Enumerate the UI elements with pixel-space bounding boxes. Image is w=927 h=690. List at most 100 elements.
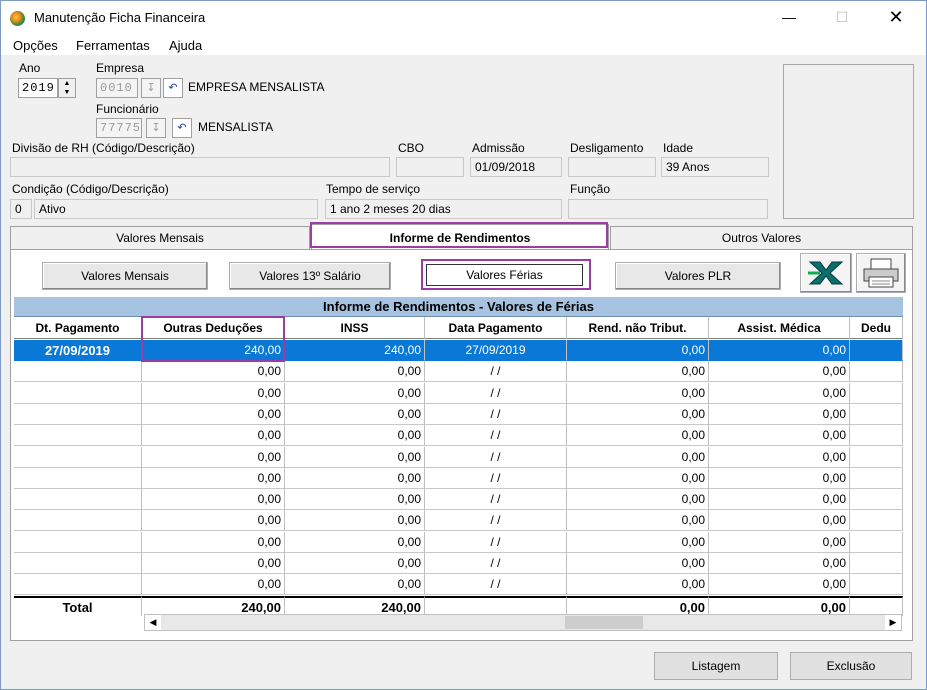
maximize-icon[interactable]: ☐: [819, 2, 865, 32]
table-cell[interactable]: 0,00: [709, 425, 850, 447]
table-cell[interactable]: 0,00: [285, 425, 425, 447]
table-cell[interactable]: 0,00: [709, 574, 850, 596]
column-header[interactable]: Assist. Médica: [709, 317, 850, 339]
table-cell[interactable]: 0,00: [142, 553, 285, 574]
table-cell[interactable]: [14, 553, 142, 574]
table-cell[interactable]: 27/09/2019: [14, 340, 142, 361]
menu-ajuda[interactable]: Ajuda: [169, 38, 202, 53]
table-cell[interactable]: 0,00: [142, 489, 285, 511]
column-header[interactable]: Data Pagamento: [425, 317, 567, 339]
table-cell[interactable]: 0,00: [285, 553, 425, 574]
export-excel-button[interactable]: [800, 253, 852, 293]
table-cell[interactable]: / /: [425, 574, 567, 596]
valores-13-salario-button[interactable]: Valores 13º Salário: [229, 262, 391, 290]
table-cell[interactable]: 0,00: [142, 361, 285, 383]
table-cell[interactable]: [850, 553, 903, 574]
table-cell[interactable]: 0,00: [567, 340, 709, 361]
table-cell[interactable]: 0,00: [567, 467, 709, 489]
close-icon[interactable]: ✕: [873, 2, 919, 32]
column-header[interactable]: Rend. não Tribut.: [567, 317, 709, 339]
tab-valores-mensais[interactable]: Valores Mensais: [10, 226, 310, 250]
table-cell[interactable]: [14, 425, 142, 447]
table-cell[interactable]: [14, 361, 142, 383]
empresa-lookup-icon[interactable]: ↧: [141, 78, 161, 98]
table-cell[interactable]: 0,00: [142, 467, 285, 489]
table-cell[interactable]: / /: [425, 553, 567, 574]
table-cell[interactable]: 0,00: [285, 446, 425, 468]
table-cell[interactable]: 0,00: [142, 382, 285, 404]
table-cell[interactable]: [850, 425, 903, 447]
table-cell[interactable]: [850, 446, 903, 468]
table-cell[interactable]: [14, 510, 142, 532]
table-cell[interactable]: 0,00: [567, 489, 709, 511]
table-cell[interactable]: 0,00: [709, 361, 850, 383]
funcionario-lookup-icon[interactable]: ↧: [146, 118, 166, 138]
funcionario-code-input[interactable]: 77775: [96, 118, 142, 138]
table-cell[interactable]: 0,00: [285, 574, 425, 596]
table-cell[interactable]: 0,00: [709, 467, 850, 489]
ano-input[interactable]: 2019: [18, 78, 58, 98]
valores-plr-button[interactable]: Valores PLR: [615, 262, 781, 290]
table-cell[interactable]: [850, 531, 903, 553]
table-cell[interactable]: 0,00: [709, 446, 850, 468]
funcionario-undo-icon[interactable]: ↶: [172, 118, 192, 138]
table-cell[interactable]: 0,00: [567, 382, 709, 404]
table-cell[interactable]: 0,00: [285, 403, 425, 425]
table-cell[interactable]: / /: [425, 489, 567, 511]
table-cell[interactable]: [14, 467, 142, 489]
table-cell[interactable]: 0,00: [285, 467, 425, 489]
table-cell[interactable]: 0,00: [142, 531, 285, 553]
table-cell[interactable]: 0,00: [567, 531, 709, 553]
table-cell[interactable]: / /: [425, 467, 567, 489]
table-cell[interactable]: 0,00: [285, 361, 425, 383]
scroll-right-icon[interactable]: ▶: [885, 615, 901, 630]
scroll-left-icon[interactable]: ◀: [145, 615, 161, 630]
table-cell[interactable]: 0,00: [142, 446, 285, 468]
table-cell[interactable]: 0,00: [709, 340, 850, 361]
table-cell[interactable]: [850, 382, 903, 404]
table-cell[interactable]: 0,00: [709, 382, 850, 404]
empresa-code-input[interactable]: 0010: [96, 78, 138, 98]
table-cell[interactable]: 0,00: [709, 403, 850, 425]
table-cell[interactable]: 0,00: [567, 574, 709, 596]
table-cell[interactable]: 0,00: [142, 510, 285, 532]
table-cell[interactable]: 0,00: [709, 553, 850, 574]
table-cell[interactable]: 0,00: [567, 403, 709, 425]
exclusao-button[interactable]: Exclusão: [790, 652, 912, 680]
print-button[interactable]: [856, 253, 906, 293]
table-cell[interactable]: / /: [425, 425, 567, 447]
minimize-icon[interactable]: —: [766, 2, 812, 32]
table-cell[interactable]: 0,00: [285, 382, 425, 404]
table-cell[interactable]: 0,00: [567, 553, 709, 574]
table-cell[interactable]: [850, 361, 903, 383]
table-cell[interactable]: 0,00: [285, 510, 425, 532]
table-cell[interactable]: [850, 489, 903, 511]
table-cell[interactable]: 0,00: [709, 510, 850, 532]
table-cell[interactable]: 0,00: [567, 361, 709, 383]
table-cell[interactable]: 0,00: [567, 425, 709, 447]
tab-outros-valores[interactable]: Outros Valores: [610, 226, 913, 250]
column-header[interactable]: Dt. Pagamento: [14, 317, 142, 339]
table-cell[interactable]: 27/09/2019: [425, 340, 567, 361]
listagem-button[interactable]: Listagem: [654, 652, 778, 680]
table-cell[interactable]: 0,00: [142, 574, 285, 596]
table-cell[interactable]: 0,00: [142, 403, 285, 425]
table-cell[interactable]: 0,00: [567, 446, 709, 468]
table-cell[interactable]: 0,00: [709, 489, 850, 511]
table-cell[interactable]: [14, 489, 142, 511]
menu-ferramentas[interactable]: Ferramentas: [76, 38, 150, 53]
table-cell[interactable]: [850, 403, 903, 425]
column-header[interactable]: INSS: [285, 317, 425, 339]
table-cell[interactable]: [14, 446, 142, 468]
table-cell[interactable]: 0,00: [285, 531, 425, 553]
table-cell[interactable]: [14, 574, 142, 596]
ano-spinner[interactable]: ▲ ▼: [58, 78, 76, 98]
column-header[interactable]: Dedu: [850, 317, 903, 339]
table-cell[interactable]: / /: [425, 361, 567, 383]
table-cell[interactable]: 0,00: [709, 531, 850, 553]
table-cell[interactable]: / /: [425, 510, 567, 532]
table-cell[interactable]: 0,00: [142, 425, 285, 447]
table-cell[interactable]: 0,00: [285, 489, 425, 511]
valores-mensais-button[interactable]: Valores Mensais: [42, 262, 208, 290]
table-cell[interactable]: [850, 340, 903, 361]
